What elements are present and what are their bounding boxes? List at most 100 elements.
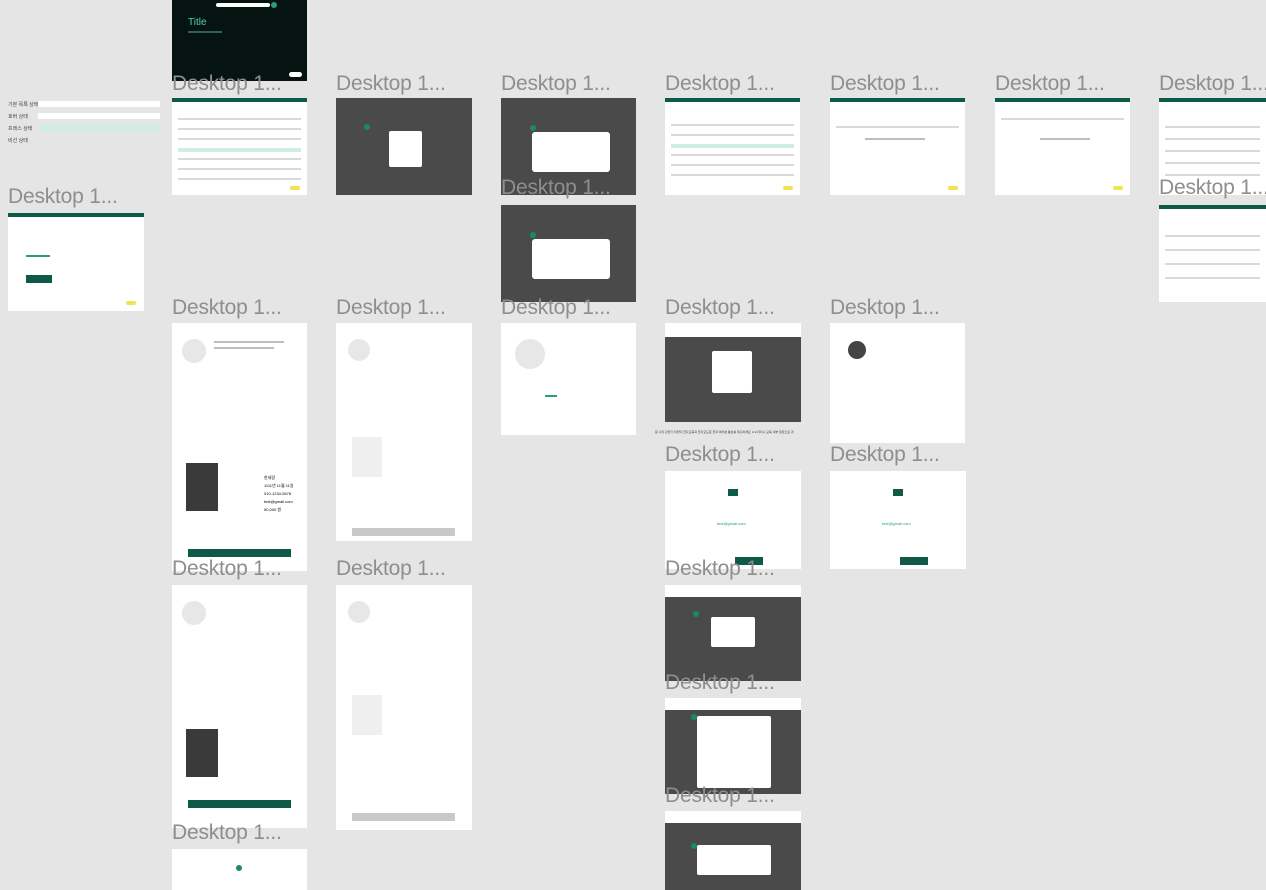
frame-label: Desktop 1... [172,296,282,319]
mail-icon [893,489,903,496]
list-row [671,154,794,156]
list-row [671,164,794,166]
profile-email: test@gmail.com [264,499,293,504]
profile-name: 한세람 [264,475,276,480]
list-row [1165,263,1260,265]
badge [1113,186,1123,190]
logo-avatar [348,601,370,623]
frame-email-modal [665,585,801,681]
frame-header-bar [172,98,307,102]
check-icon [691,843,697,849]
check-icon [364,124,370,130]
search-row[interactable] [836,126,959,128]
frame-label: Desktop 1... [830,72,940,95]
modal-dialog [712,351,752,393]
empty-message [865,138,925,140]
frame-profile-modal [665,323,801,422]
profile-photo [352,437,382,477]
frame-label: Desktop 1... [172,72,282,95]
hero-title: Title [188,17,207,28]
modal-dialog [697,845,771,875]
check-icon [691,714,697,720]
apply-button[interactable] [188,549,291,557]
doc-action-button[interactable] [26,275,52,283]
list-row [671,134,794,136]
frame-label: Desktop 1... [8,185,118,208]
frame-empty [830,98,965,195]
title-line [214,347,274,349]
frame-label: Desktop 1... [665,671,775,694]
frame-document [8,213,144,311]
list-row [1165,162,1260,164]
list-row [178,128,301,130]
check-icon [530,232,536,238]
logo-avatar [348,339,370,361]
frame-label: Desktop 1... [501,176,611,199]
email-address: test@gmail.com [717,521,746,526]
title-line [214,341,284,343]
frame-modal [336,98,472,195]
frame-email-2: test@gmail.com [830,471,966,569]
search-row[interactable] [1001,118,1124,120]
frame-label: Desktop 1... [665,72,775,95]
list-row [1165,138,1260,140]
profile-avatar [515,339,545,369]
frame-header-bar [1159,98,1266,102]
frame-email-input-modal [665,811,801,890]
frame-label: Desktop 1... [665,784,775,807]
apply-button[interactable] [188,800,291,808]
sidebar-state-row[interactable] [38,113,160,119]
frame-header-bar [995,98,1130,102]
frame-email: test@gmail.com [665,471,801,569]
modal-dialog [697,716,771,788]
frame-application-2 [336,323,472,541]
profile-photo [186,729,218,777]
frame-label: Desktop 1... [501,72,611,95]
frame-label: Desktop 1... [830,296,940,319]
check-icon [693,611,699,617]
frame-label: Desktop 1... [665,443,775,466]
frame-label: Desktop 1... [336,557,446,580]
frame-header-bar [665,98,800,102]
badge [126,301,136,305]
frame-label: Desktop 1... [172,821,282,844]
hero-search-bar[interactable] [216,3,270,7]
sidebar-state-row[interactable] [38,101,160,107]
list-row [1165,249,1260,251]
calendar-popup[interactable] [532,132,610,172]
list-row [671,124,794,126]
badge [783,186,793,190]
frame-calendar-2 [501,205,636,302]
profile-tag [545,395,557,397]
frame-label: Desktop 1... [665,557,775,580]
modal-dialog [711,617,755,647]
check-icon [530,125,536,131]
list-row [1165,235,1260,237]
list-row [1165,150,1260,152]
list-row [178,138,301,140]
hero-search-icon[interactable] [271,2,277,8]
frame-email-list-modal [665,698,801,794]
confirm-button[interactable] [900,557,928,565]
frame-profile-photo [830,323,965,443]
frame-list [172,98,307,195]
sidebar-state-row[interactable] [38,125,160,131]
profile-phone: 010-1234-5678 [264,491,292,496]
hero-badge [289,72,302,77]
badge [290,186,300,190]
apply-button-disabled[interactable] [352,813,455,821]
list-row [671,144,794,148]
list-row [178,178,301,180]
list-row [1165,277,1260,279]
badge [948,186,958,190]
apply-button-disabled[interactable] [352,528,455,536]
hero-frame: Title [172,0,307,81]
list-row [178,158,301,160]
calendar-popup[interactable] [532,239,610,279]
frame-label: Desktop 1... [1159,72,1266,95]
frame-header-bar [1159,205,1266,209]
list-row [178,118,301,120]
check-icon [236,865,242,871]
profile-photo [352,695,382,735]
frame-label: Desktop 1... [830,443,940,466]
